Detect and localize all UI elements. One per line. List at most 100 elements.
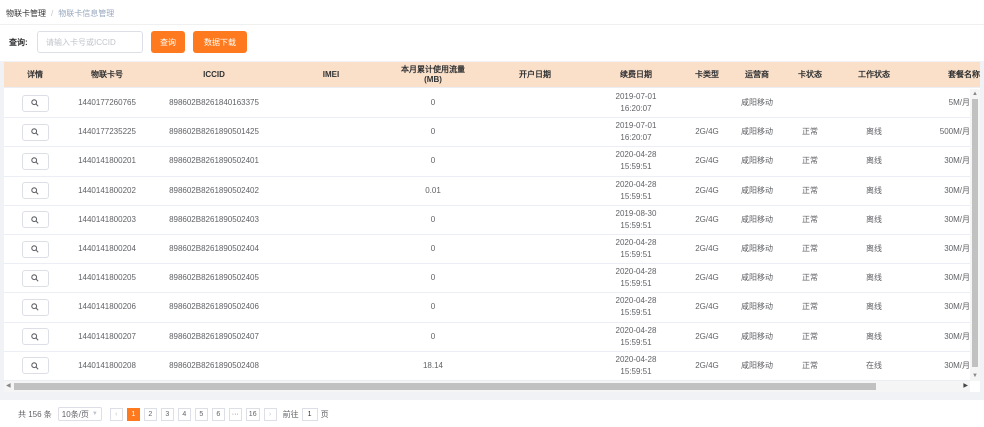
- goto-page-input[interactable]: 1: [301, 407, 318, 421]
- detail-button[interactable]: [21, 94, 49, 112]
- card-status-cell: 正常: [802, 360, 818, 370]
- usage-cell: 0: [430, 273, 436, 283]
- iccid-cell: 898602B8261890502404: [169, 244, 259, 253]
- detail-button[interactable]: [21, 269, 49, 287]
- page-size-value: 10条/页: [61, 409, 89, 419]
- page-size-select[interactable]: 10条/页 ▼: [57, 407, 102, 421]
- page-button-2[interactable]: 2: [143, 407, 157, 421]
- package-cell: 30M/月: [944, 244, 970, 253]
- renew-date-cell: 2020-04-28 15:59:51: [615, 354, 657, 376]
- page-ellipsis-button[interactable]: ···: [228, 407, 242, 421]
- iccid-cell: 898602B8261890502406: [169, 302, 259, 312]
- card-table: 详情 物联卡号 ICCID IMEI 本月累计使用流量 (MB) 开户日期 续费…: [4, 62, 980, 392]
- card-number-cell: 1440177235225: [78, 127, 136, 137]
- detail-button[interactable]: [21, 357, 49, 375]
- table-row: 1440141800205 898602B8261890502405 0 202…: [4, 264, 970, 294]
- work-status-cell: [834, 89, 914, 117]
- detail-button[interactable]: [21, 123, 49, 141]
- pagination: 共 156 条 10条/页 ▼ ‹ 1 2 3 4 5 6 ··· 16 › 前…: [18, 407, 329, 421]
- search-icon: [31, 303, 39, 311]
- table-row: 1440177260765 898602B8261840163375 0 201…: [4, 89, 970, 119]
- page-button-16[interactable]: 16: [245, 407, 260, 421]
- work-status-cell: 在线: [866, 360, 882, 370]
- usage-cell: 0: [430, 214, 436, 224]
- card-number-cell: 1440141800208: [78, 360, 136, 370]
- work-status-cell: 离线: [866, 127, 882, 137]
- page-button-5[interactable]: 5: [194, 407, 208, 421]
- open-date-cell: [484, 264, 586, 292]
- table-body: 1440177260765 898602B8261840163375 0 201…: [4, 89, 970, 381]
- table-row: 1440141800201 898602B8261890502401 0 202…: [4, 147, 970, 177]
- operator-cell: 咸阳移动: [741, 156, 773, 166]
- operator-cell: 咸阳移动: [741, 185, 773, 195]
- renew-date-cell: 2019-08-30 15:59:51: [615, 208, 657, 230]
- breadcrumb: 物联卡管理 / 物联卡信息管理: [0, 0, 984, 24]
- package-cell: 30M/月: [944, 360, 970, 370]
- package-cell: 30M/月: [944, 156, 970, 166]
- horizontal-scrollbar[interactable]: ◀ ▶: [4, 381, 970, 392]
- column-header-monthly-usage: 本月累计使用流量 (MB): [401, 65, 465, 84]
- card-number-cell: 1440141800205: [78, 273, 136, 283]
- detail-button[interactable]: [21, 328, 49, 346]
- imei-cell: [280, 293, 382, 321]
- column-header-iccid: ICCID: [203, 70, 225, 79]
- detail-button[interactable]: [21, 211, 49, 229]
- work-status-cell: 离线: [866, 214, 882, 224]
- operator-cell: 咸阳移动: [741, 127, 773, 137]
- open-date-cell: [484, 293, 586, 321]
- scroll-left-icon[interactable]: ◀: [6, 382, 11, 389]
- page-button-3[interactable]: 3: [160, 407, 174, 421]
- card-type-cell: 2G/4G: [695, 214, 719, 224]
- work-status-cell: 离线: [866, 273, 882, 283]
- usage-cell: 0: [430, 244, 436, 253]
- imei-cell: [280, 147, 382, 175]
- search-icon: [31, 274, 39, 282]
- breadcrumb-item-card-info: 物联卡信息管理: [58, 9, 115, 18]
- usage-cell: 0.01: [425, 185, 441, 195]
- open-date-cell: [484, 147, 586, 175]
- detail-button[interactable]: [21, 182, 49, 200]
- open-date-cell: [484, 235, 586, 263]
- table-row: 1440141800204 898602B8261890502404 0 202…: [4, 235, 970, 265]
- open-date-cell: [484, 118, 586, 146]
- page-button-6[interactable]: 6: [211, 407, 225, 421]
- open-date-cell: [484, 323, 586, 351]
- imei-cell: [280, 206, 382, 234]
- card-status-cell: 正常: [802, 127, 818, 137]
- detail-button[interactable]: [21, 240, 49, 258]
- renew-date-cell: 2019-07-01 16:20:07: [615, 121, 657, 143]
- work-status-cell: 离线: [866, 185, 882, 195]
- search-icon: [31, 245, 39, 253]
- column-header-imei: IMEI: [322, 70, 340, 79]
- detail-button[interactable]: [21, 152, 49, 170]
- imei-cell: [280, 177, 382, 205]
- imei-cell: [280, 352, 382, 380]
- vertical-scrollbar[interactable]: ▲ ▼: [970, 89, 980, 381]
- vertical-scroll-thumb[interactable]: [972, 99, 978, 367]
- download-button[interactable]: 数据下载: [193, 31, 247, 53]
- scroll-down-icon[interactable]: ▼: [972, 373, 978, 379]
- breadcrumb-item-iot-card[interactable]: 物联卡管理: [6, 9, 46, 18]
- search-icon: [31, 362, 39, 370]
- next-page-button[interactable]: ›: [263, 407, 277, 421]
- usage-cell: 0: [430, 156, 436, 166]
- open-date-cell: [484, 89, 586, 117]
- page-button-4[interactable]: 4: [177, 407, 191, 421]
- column-header-package: 套餐名称: [948, 70, 980, 79]
- detail-button[interactable]: [21, 298, 49, 316]
- scroll-up-icon[interactable]: ▲: [972, 91, 978, 97]
- page-button-1[interactable]: 1: [126, 407, 140, 421]
- horizontal-scroll-thumb[interactable]: [14, 383, 876, 390]
- prev-page-button[interactable]: ‹: [109, 407, 123, 421]
- iccid-cell: 898602B8261890502408: [169, 360, 259, 370]
- detail-cell: [4, 235, 66, 263]
- column-header-operator: 运营商: [745, 70, 769, 79]
- query-button[interactable]: 查询: [151, 31, 185, 53]
- search-input[interactable]: [37, 31, 143, 53]
- table-row: 1440141800208 898602B8261890502408 18.14…: [4, 351, 970, 381]
- operator-cell: 咸阳移动: [741, 331, 773, 341]
- operator-cell: 咸阳移动: [741, 244, 773, 253]
- scroll-right-icon[interactable]: ▶: [963, 382, 968, 389]
- table-header: 详情 物联卡号 ICCID IMEI 本月累计使用流量 (MB) 开户日期 续费…: [4, 62, 980, 88]
- renew-date-cell: 2020-04-28 15:59:51: [615, 325, 657, 347]
